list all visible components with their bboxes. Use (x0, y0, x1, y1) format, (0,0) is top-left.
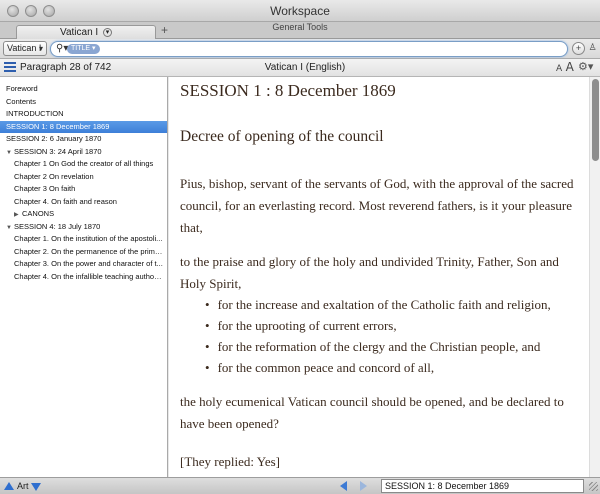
paragraph-3: the holy ecumenical Vatican council shou… (180, 394, 564, 431)
text-larger-button[interactable]: A (566, 60, 574, 74)
document-heading: SESSION 1 : 8 December 1869 (180, 81, 396, 100)
sidebar-item[interactable]: SESSION 1: 8 December 1869 (0, 120, 167, 133)
sidebar-item-label: SESSION 1: 8 December 1869 (6, 121, 110, 131)
sidebar-item-label: Chapter 2. On the permanence of the prim… (14, 246, 166, 256)
bullet-item: for the common peace and concord of all, (205, 357, 551, 378)
triangle-down-icon[interactable] (31, 483, 41, 491)
sidebar-item[interactable]: ▶ CANONS (0, 208, 167, 221)
sidebar-item-label: Contents (6, 96, 37, 106)
sidebar-item[interactable]: Chapter 3 On faith (0, 183, 167, 196)
search-toolbar: Vatican I ▾ ⚲▾ TITLE ▾ + ♙ (0, 39, 600, 59)
bullet-item: for the uprooting of current errors, (205, 315, 551, 336)
sidebar-item[interactable]: Chapter 2 On revelation (0, 171, 167, 184)
bullet-item: for the increase and exaltation of the C… (205, 294, 551, 315)
sidebar-item[interactable]: Chapter 4. On the infallible teaching au… (0, 271, 167, 284)
search-field-tag[interactable]: TITLE ▾ (67, 44, 100, 54)
paragraph-2: to the praise and glory of the holy and … (180, 254, 559, 291)
bullet-list: for the increase and exaltation of the C… (205, 294, 551, 378)
sidebar-item[interactable]: Contents (0, 96, 167, 109)
bullet-item: for the reformation of the clergy and th… (205, 336, 551, 357)
sidebar-item-label: Chapter 3. On the power and character of… (14, 259, 163, 268)
sidebar-item-label: Chapter 1 On God the creator of all thin… (14, 159, 154, 168)
sidebar-item[interactable]: SESSION 2: 6 January 1870 (0, 133, 167, 146)
sidebar-item-label: SESSION 3: 24 April 1870 (14, 146, 102, 156)
paragraph-1: Pius, bishop, servant of the servants of… (180, 176, 574, 235)
plus-circle-icon[interactable]: + (572, 42, 585, 55)
text-smaller-button[interactable]: A (556, 64, 562, 74)
tab-label: Vatican I (60, 27, 99, 38)
disclosure-expanded-icon[interactable]: ▼ (6, 222, 14, 234)
people-icon[interactable]: ♙ (586, 42, 599, 55)
sidebar-item-label: SESSION 4: 18 July 1870 (14, 221, 101, 231)
sidebar-item-label: SESSION 2: 6 January 1870 (6, 134, 102, 143)
disclosure-expanded-icon[interactable]: ▼ (6, 147, 14, 159)
title-bar: Workspace (0, 0, 600, 22)
sidebar-item-label: Chapter 4. On the infallible teaching au… (14, 271, 167, 281)
sidebar-item[interactable]: Foreword (0, 83, 167, 96)
sidebar-item[interactable]: ▼ SESSION 3: 24 April 1870 (0, 146, 167, 159)
sidebar-item-label: Foreword (6, 84, 38, 93)
status-bar: Art SESSION 1: 8 December 1869 (0, 477, 600, 494)
sidebar-item-label: Chapter 3 On faith (14, 184, 76, 193)
chevron-down-icon: ▾ (38, 44, 43, 53)
search-input[interactable]: ⚲▾ TITLE ▾ (50, 41, 568, 57)
plus-icon[interactable]: + (161, 24, 168, 36)
location-field[interactable]: SESSION 1: 8 December 1869 (381, 479, 584, 493)
text-size-control[interactable]: A A (556, 60, 574, 74)
window-title: Workspace (270, 4, 330, 18)
sidebar-item-label: CANONS (22, 209, 55, 218)
sidebar-item-label: Chapter 2 On revelation (14, 171, 94, 181)
sidebar-item[interactable]: Chapter 1 On God the creator of all thin… (0, 158, 167, 171)
gear-icon[interactable]: ⚙▾ (578, 60, 593, 73)
back-arrow-icon[interactable] (340, 481, 347, 491)
document-view: SESSION 1 : 8 December 1869 Decree of op… (169, 77, 589, 477)
disclosure-collapsed-icon[interactable]: ▶ (14, 209, 22, 221)
sidebar-item[interactable]: Chapter 2. On the permanence of the prim… (0, 246, 167, 259)
chevron-down-circle-icon[interactable]: ▾ (102, 27, 112, 37)
sidebar-item[interactable]: Chapter 4. On faith and reason (0, 196, 167, 209)
tab-strip: General Tools Vatican I ▾ + (0, 22, 600, 39)
document-title: Vatican I (English) (264, 62, 346, 73)
document-subheading: Decree of opening of the council (180, 128, 384, 145)
sidebar-item-label: Chapter 1. On the institution of the apo… (14, 234, 163, 243)
info-bar: Paragraph 28 of 742 Vatican I (English) … (0, 59, 600, 77)
scrollbar-thumb[interactable] (592, 79, 599, 161)
sidebar-item[interactable]: ▼ SESSION 4: 18 July 1870 (0, 221, 167, 234)
sidebar-item[interactable]: Chapter 1. On the institution of the apo… (0, 233, 167, 246)
sidebar-item[interactable]: Chapter 3. On the power and character of… (0, 258, 167, 271)
triangle-up-icon[interactable] (4, 482, 14, 490)
tab-vatican-i[interactable]: Vatican I ▾ (16, 25, 156, 39)
resource-select[interactable]: Vatican I ▾ (3, 41, 47, 56)
sidebar-item-label: Chapter 4. On faith and reason (14, 196, 117, 206)
paragraph-4: [They replied: Yes] (180, 454, 281, 469)
sidebar-item-label: INTRODUCTION (6, 109, 64, 118)
resource-select-value: Vatican I (7, 43, 42, 53)
resize-grip-icon[interactable] (589, 482, 598, 491)
art-label: Art (17, 481, 29, 491)
document-scrollbar[interactable] (589, 77, 600, 477)
forward-arrow-icon[interactable] (360, 481, 367, 491)
sidebar-item[interactable]: INTRODUCTION (0, 108, 167, 121)
toc-sidebar: Foreword Contents INTRODUCTION SESSION 1: 8… (0, 77, 168, 477)
